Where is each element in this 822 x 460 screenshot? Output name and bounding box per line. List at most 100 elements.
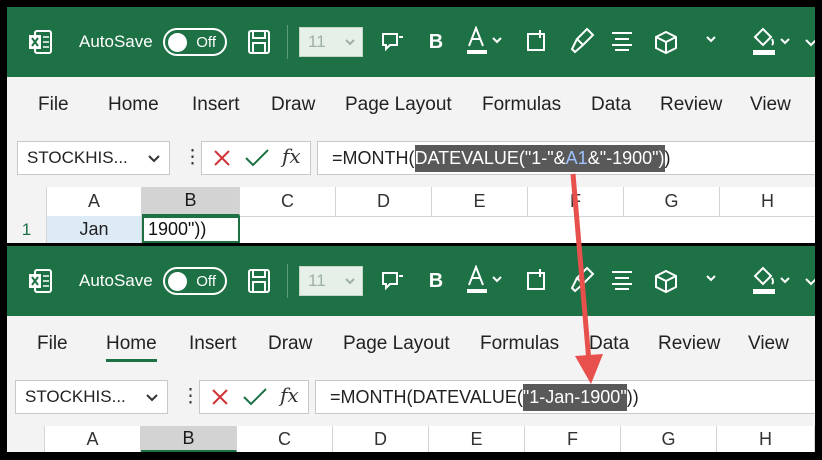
tab-review[interactable]: Review	[660, 94, 722, 116]
font-color-icon[interactable]	[465, 265, 505, 295]
formula-input[interactable]: =MONTH(DATEVALUE("1-"&A1&"-1900"))	[317, 141, 815, 175]
tab-home[interactable]: Home	[106, 333, 157, 362]
title-bar: AutoSave Off 11 B	[7, 7, 815, 77]
tab-page-layout[interactable]: Page Layout	[345, 94, 452, 116]
ribbon-tabs: File Home Insert Draw Page Layout Formul…	[7, 316, 815, 372]
more-options-icon[interactable]: ⋮	[183, 146, 202, 169]
comment-icon[interactable]	[381, 31, 405, 53]
ribbon-tabs: File Home Insert Draw Page Layout Formul…	[7, 77, 815, 133]
tab-data[interactable]: Data	[589, 333, 629, 355]
tab-draw[interactable]: Draw	[271, 94, 315, 116]
enter-icon[interactable]	[242, 387, 268, 407]
excel-window-bottom: AutoSave Off 11 B File Home Insert Draw …	[7, 246, 815, 452]
chevron-down-icon	[345, 39, 355, 46]
tab-home[interactable]: Home	[108, 94, 159, 116]
3d-box-icon[interactable]	[653, 29, 679, 55]
formula-highlight-part2: &"-1900")	[587, 147, 665, 168]
column-header-e[interactable]: E	[429, 426, 525, 452]
column-header-d[interactable]: D	[336, 187, 432, 216]
column-header-a[interactable]: A	[45, 426, 141, 452]
chevron-down-icon[interactable]	[803, 270, 815, 292]
tab-insert[interactable]: Insert	[189, 333, 237, 355]
select-all-corner[interactable]	[7, 426, 45, 452]
tab-formulas[interactable]: Formulas	[480, 333, 559, 355]
toggle-state-label: Off	[196, 272, 216, 290]
name-box[interactable]: STOCKHIS...	[15, 380, 168, 414]
formula-buttons: fx	[201, 141, 311, 175]
column-header-g[interactable]: G	[621, 426, 717, 452]
column-header-b[interactable]: B	[141, 426, 237, 452]
font-size-select[interactable]: 11	[299, 266, 363, 296]
borders-icon[interactable]	[525, 29, 549, 53]
tab-page-layout[interactable]: Page Layout	[343, 333, 450, 355]
font-color-icon[interactable]	[465, 26, 505, 56]
excel-logo-icon	[27, 29, 53, 55]
cell-b1[interactable]: 1900"))	[142, 216, 240, 243]
tab-data[interactable]: Data	[591, 94, 631, 116]
column-header-e[interactable]: E	[432, 187, 528, 216]
chevron-down-icon	[345, 278, 355, 285]
title-bar: AutoSave Off 11 B	[7, 246, 815, 316]
chevron-down-icon[interactable]	[703, 27, 729, 51]
insert-function-icon[interactable]: fx	[280, 383, 299, 407]
autosave-toggle[interactable]: Off	[163, 267, 227, 295]
column-header-c[interactable]: C	[237, 426, 333, 452]
formula-input[interactable]: =MONTH(DATEVALUE("1-Jan-1900"))	[315, 380, 815, 414]
excel-window-top: AutoSave Off 11 B File Home Insert Draw …	[7, 7, 815, 243]
tab-view[interactable]: View	[748, 333, 789, 355]
column-header-g[interactable]: G	[624, 187, 720, 216]
fill-color-icon[interactable]	[751, 25, 791, 57]
borders-icon[interactable]	[525, 268, 549, 292]
column-header-f[interactable]: F	[528, 187, 624, 216]
chevron-down-icon[interactable]	[803, 31, 815, 53]
tab-review[interactable]: Review	[658, 333, 720, 355]
format-painter-icon[interactable]	[569, 27, 595, 55]
tab-file[interactable]: File	[38, 94, 69, 116]
toggle-state-label: Off	[196, 33, 216, 51]
formula-bar: STOCKHIS... ⋮ fx =MONTH(DATEVALUE("1-"&A…	[7, 133, 815, 187]
column-header-c[interactable]: C	[240, 187, 336, 216]
column-header-h[interactable]: H	[717, 426, 815, 452]
name-box-value: STOCKHIS...	[27, 148, 128, 167]
font-size-value: 11	[308, 32, 326, 51]
toggle-knob	[168, 272, 187, 291]
tab-insert[interactable]: Insert	[192, 94, 240, 116]
select-all-corner[interactable]	[7, 187, 47, 216]
column-header-h[interactable]: H	[720, 187, 815, 216]
align-icon[interactable]	[611, 270, 633, 290]
column-header-f[interactable]: F	[525, 426, 621, 452]
name-box[interactable]: STOCKHIS...	[17, 141, 170, 175]
chevron-down-icon	[146, 394, 158, 402]
enter-icon[interactable]	[244, 148, 270, 168]
save-icon[interactable]	[247, 29, 271, 55]
bold-icon[interactable]: B	[427, 29, 445, 55]
tab-draw[interactable]: Draw	[268, 333, 312, 355]
toggle-knob	[168, 33, 187, 52]
tab-view[interactable]: View	[750, 94, 791, 116]
align-icon[interactable]	[611, 31, 633, 51]
cancel-icon[interactable]	[210, 387, 230, 407]
tab-formulas[interactable]: Formulas	[482, 94, 561, 116]
save-icon[interactable]	[247, 268, 271, 294]
bold-icon[interactable]: B	[427, 268, 445, 294]
column-headers: A B C D E F G H	[7, 426, 815, 452]
autosave-toggle[interactable]: Off	[163, 28, 227, 56]
row-header-1[interactable]: 1	[7, 216, 47, 243]
font-size-select[interactable]: 11	[299, 27, 363, 57]
more-options-icon[interactable]: ⋮	[181, 385, 200, 408]
fill-color-icon[interactable]	[751, 264, 791, 296]
excel-logo-icon	[27, 268, 53, 294]
column-header-b[interactable]: B	[142, 187, 240, 216]
3d-box-icon[interactable]	[653, 268, 679, 294]
chevron-down-icon[interactable]	[703, 266, 729, 290]
column-header-d[interactable]: D	[333, 426, 429, 452]
chevron-down-icon	[148, 155, 160, 163]
cancel-icon[interactable]	[212, 148, 232, 168]
format-painter-icon[interactable]	[569, 266, 595, 294]
tab-file[interactable]: File	[37, 333, 68, 355]
formula-highlight: "1-Jan-1900"	[522, 383, 627, 411]
comment-icon[interactable]	[381, 270, 405, 292]
cell-a1[interactable]: Jan	[47, 216, 142, 243]
insert-function-icon[interactable]: fx	[282, 144, 301, 168]
column-header-a[interactable]: A	[47, 187, 142, 216]
